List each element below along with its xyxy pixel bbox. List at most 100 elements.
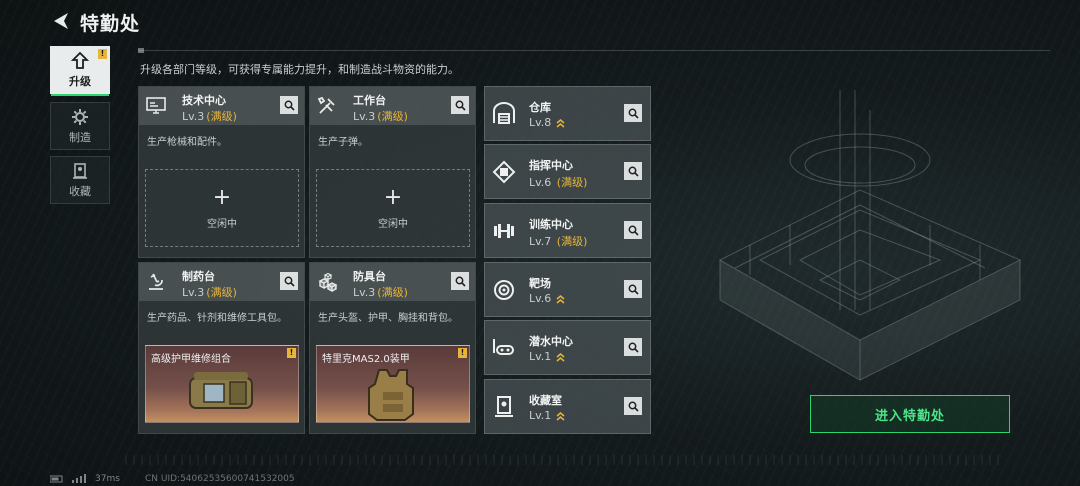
enter-hq-button[interactable]: 进入特勤处 bbox=[810, 395, 1010, 433]
card-title: 工作台 bbox=[353, 94, 386, 107]
card-level: Lv.3 (满级) bbox=[353, 286, 408, 299]
nav-alert-badge: ! bbox=[98, 49, 107, 59]
facility-row-shooting-range[interactable]: 靶场 Lv.6 bbox=[484, 262, 651, 317]
body-armor-icon bbox=[368, 369, 414, 421]
facility-level: Lv.1 bbox=[529, 350, 565, 363]
nav-label: 制造 bbox=[69, 130, 91, 144]
card-title: 制药台 bbox=[182, 270, 215, 283]
facility-name: 训练中心 bbox=[529, 218, 573, 231]
upgrade-chevron-icon bbox=[556, 119, 565, 128]
max-level-tag: (满级) bbox=[556, 235, 588, 248]
nav-tab-upgrade[interactable]: ! 升级 bbox=[50, 46, 110, 96]
microscope-icon bbox=[149, 273, 163, 290]
display-case-icon bbox=[495, 396, 513, 417]
search-button[interactable] bbox=[624, 162, 642, 180]
page-subtitle: 升级各部门等级，可获得专属能力提升，和制造战斗物资的能力。 bbox=[140, 63, 459, 76]
facility-card-tech-center[interactable]: 技术中心 Lv.3 (满级) 生产枪械和配件。 + 空闲中 bbox=[138, 86, 305, 258]
facility-name: 靶场 bbox=[529, 277, 551, 290]
card-header: 工作台 Lv.3 (满级) bbox=[310, 87, 475, 125]
search-icon bbox=[628, 225, 639, 236]
search-icon bbox=[455, 100, 466, 111]
search-icon bbox=[628, 401, 639, 412]
search-button[interactable] bbox=[624, 221, 642, 239]
idle-slot[interactable]: + 空闲中 bbox=[145, 169, 299, 247]
card-level: Lv.3 (满级) bbox=[182, 110, 237, 123]
search-icon bbox=[284, 100, 295, 111]
footer-decoration bbox=[125, 455, 1005, 465]
item-alert-badge: ! bbox=[458, 348, 467, 358]
warehouse-icon bbox=[493, 102, 515, 124]
search-button[interactable] bbox=[451, 96, 469, 114]
max-level-tag: (满级) bbox=[556, 176, 588, 189]
headquarters-wireframe-illustration bbox=[718, 90, 1022, 381]
search-icon bbox=[628, 166, 639, 177]
computer-icon bbox=[146, 97, 166, 114]
search-button[interactable] bbox=[624, 338, 642, 356]
facility-row-training-center[interactable]: 训练中心 Lv.7 (满级) bbox=[484, 203, 651, 258]
idle-label: 空闲中 bbox=[207, 218, 237, 230]
facility-level: Lv.8 bbox=[529, 116, 565, 129]
facility-name: 收藏室 bbox=[529, 394, 562, 407]
facility-row-command-center[interactable]: 指挥中心 Lv.6 (满级) bbox=[484, 144, 651, 199]
facility-name: 潜水中心 bbox=[529, 335, 573, 348]
gear-icon bbox=[72, 108, 88, 125]
facility-row-warehouse[interactable]: 仓库 Lv.8 bbox=[484, 86, 651, 141]
card-header: 制药台 Lv.3 (满级) bbox=[139, 263, 304, 301]
crafting-item-slot[interactable]: 特里克MAS2.0装甲 ! bbox=[316, 345, 470, 423]
card-title: 技术中心 bbox=[182, 94, 226, 107]
nav-tab-collection[interactable]: 收藏 bbox=[50, 156, 110, 204]
search-icon bbox=[284, 276, 295, 287]
facility-level: Lv.1 bbox=[529, 409, 565, 422]
armor-repair-kit-icon bbox=[189, 372, 253, 409]
search-button[interactable] bbox=[451, 272, 469, 290]
facility-card-armory[interactable]: 防具台 Lv.3 (满级) 生产头盔、护甲、胸挂和背包。 特里克MAS2.0装甲 … bbox=[309, 262, 476, 434]
card-level: Lv.3 (满级) bbox=[353, 110, 408, 123]
facility-level: Lv.7 (满级) bbox=[529, 235, 588, 248]
upgrade-chevron-icon bbox=[556, 295, 565, 304]
dumbbell-icon bbox=[494, 224, 514, 238]
search-icon bbox=[628, 284, 639, 295]
upgrade-chevron-icon bbox=[556, 412, 565, 421]
target-icon bbox=[494, 280, 514, 300]
back-arrow-icon[interactable] bbox=[50, 10, 72, 32]
facility-name: 仓库 bbox=[529, 101, 551, 114]
card-title: 防具台 bbox=[353, 270, 386, 283]
max-level-tag: (满级) bbox=[206, 286, 237, 299]
facility-card-pharmacy[interactable]: 制药台 Lv.3 (满级) 生产药品、针剂和维修工具包。 高级护甲维修组合 ! bbox=[138, 262, 305, 434]
upgrade-chevron-icon bbox=[556, 353, 565, 362]
facility-level: Lv.6 (满级) bbox=[529, 176, 588, 189]
search-button[interactable] bbox=[280, 96, 298, 114]
search-button[interactable] bbox=[624, 104, 642, 122]
diving-mask-icon bbox=[493, 339, 514, 355]
upgrade-icon bbox=[71, 51, 89, 69]
header-divider bbox=[138, 48, 1050, 53]
card-level: Lv.3 (满级) bbox=[182, 286, 237, 299]
max-level-tag: (满级) bbox=[206, 110, 237, 123]
item-name: 特里克MAS2.0装甲 bbox=[322, 354, 410, 365]
idle-slot[interactable]: + 空闲中 bbox=[316, 169, 470, 247]
card-description: 生产子弹。 bbox=[318, 137, 368, 148]
network-ping: 37ms bbox=[95, 474, 120, 484]
facility-level: Lv.6 bbox=[529, 292, 565, 305]
card-header: 防具台 Lv.3 (满级) bbox=[310, 263, 475, 301]
max-level-tag: (满级) bbox=[377, 110, 408, 123]
crafting-item-slot[interactable]: 高级护甲维修组合 ! bbox=[145, 345, 299, 423]
chip-icon bbox=[492, 160, 516, 184]
search-button[interactable] bbox=[624, 280, 642, 298]
facility-row-diving-center[interactable]: 潜水中心 Lv.1 bbox=[484, 320, 651, 375]
plus-icon: + bbox=[383, 184, 403, 210]
facility-card-workbench[interactable]: 工作台 Lv.3 (满级) 生产子弹。 + 空闲中 bbox=[309, 86, 476, 258]
facility-row-collection-room[interactable]: 收藏室 Lv.1 bbox=[484, 379, 651, 434]
card-description: 生产头盔、护甲、胸挂和背包。 bbox=[318, 313, 458, 324]
card-description: 生产药品、针剂和维修工具包。 bbox=[147, 313, 287, 324]
search-button[interactable] bbox=[624, 397, 642, 415]
nav-label: 收藏 bbox=[69, 184, 91, 198]
search-button[interactable] bbox=[280, 272, 298, 290]
card-description: 生产枪械和配件。 bbox=[147, 137, 227, 148]
idle-label: 空闲中 bbox=[378, 218, 408, 230]
nav-tab-craft[interactable]: 制造 bbox=[50, 102, 110, 150]
search-icon bbox=[455, 276, 466, 287]
max-level-tag: (满级) bbox=[377, 286, 408, 299]
user-uid: CN UID:5406253560074​1532005 bbox=[145, 474, 295, 484]
tools-icon bbox=[317, 96, 335, 114]
